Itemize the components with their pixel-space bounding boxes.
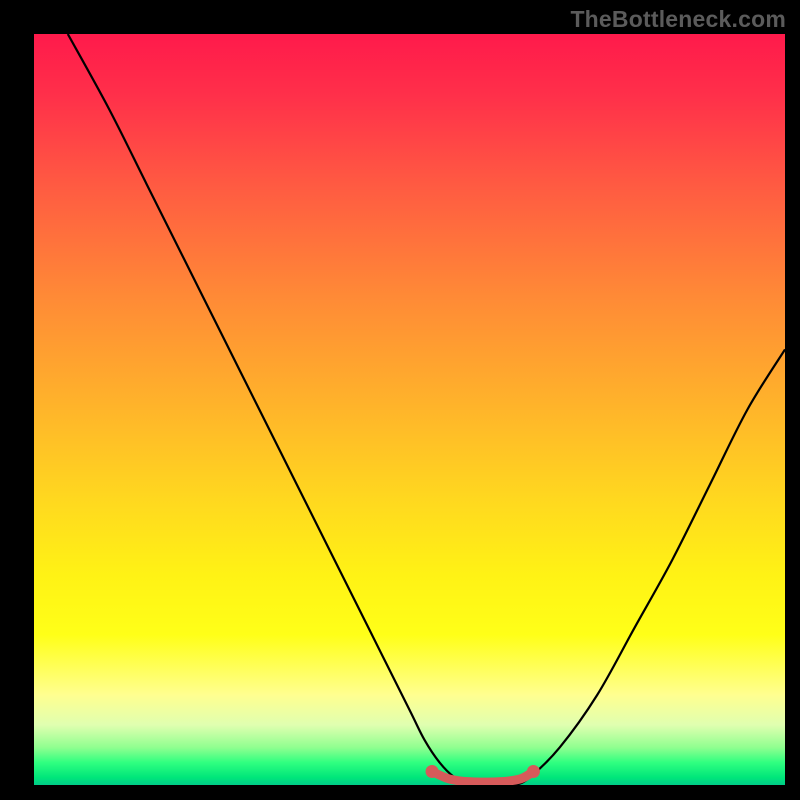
watermark-text: TheBottleneck.com	[570, 6, 786, 33]
chart-container: TheBottleneck.com	[0, 0, 800, 800]
optimal-range-marker-path	[432, 771, 533, 782]
bottleneck-curve-path	[68, 34, 785, 785]
optimal-range-marker-left-dot	[426, 765, 439, 778]
plot-area	[34, 34, 785, 785]
optimal-range-marker-right-dot	[527, 765, 540, 778]
chart-svg	[34, 34, 785, 785]
